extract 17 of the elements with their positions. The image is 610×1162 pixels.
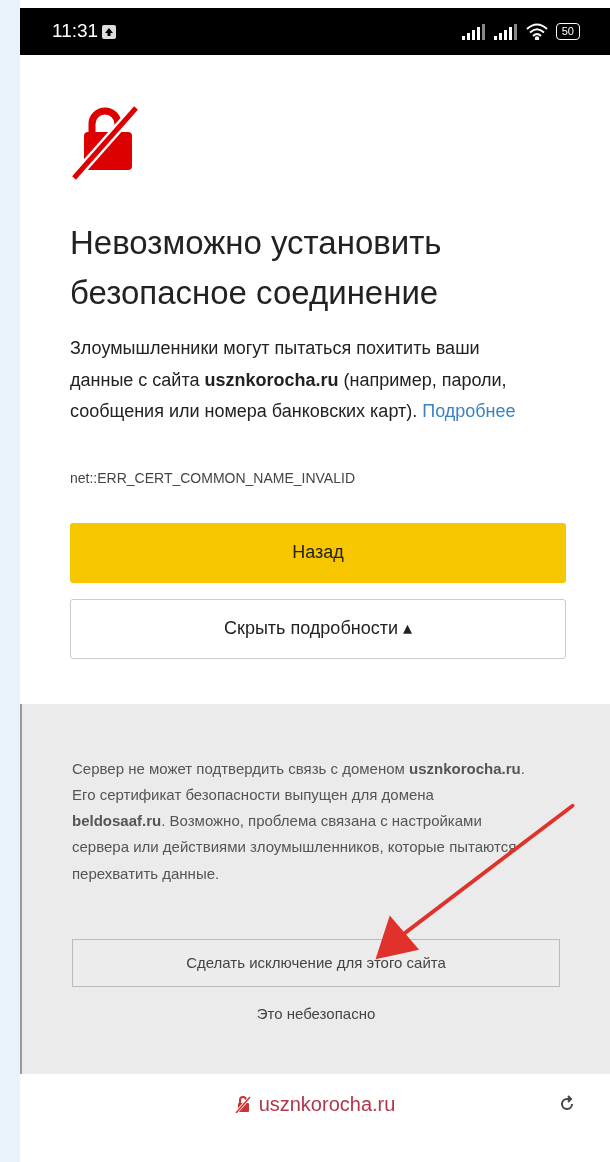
broken-lock-icon	[234, 1095, 251, 1113]
details-text: Сервер не может подтвердить связь с доменом usznkorocha.ru. Его сертификат безопасности выпущен для домена beldosaaf.ru. Возможно, проблема связана с настройками сервера или действиями злоумышленников, которые пытаются перехватить данные.	[72, 758, 526, 884]
learn-more-link[interactable]: Подробнее	[422, 401, 516, 421]
signal-icon	[493, 23, 518, 40]
description-text: Злоумышленники могут пытаться похитить ваши данные с сайта usznkorocha.ru (например, пароли, сообщения или номера банковских карт). Подробнее	[70, 337, 517, 423]
exception-button[interactable]: Сделать исключение для этого сайта	[72, 938, 560, 987]
wifi-icon	[525, 23, 548, 40]
url-text: usznkorocha.ru	[258, 1092, 396, 1117]
back-button[interactable]: Назад	[70, 522, 566, 583]
page-title: Невозможно установить безопасное соединение	[70, 223, 443, 313]
signal-icon	[461, 23, 486, 40]
details-toggle-button[interactable]: Скрыть подробности ▴	[70, 598, 566, 659]
battery-icon: 50	[555, 23, 580, 40]
notification-icon	[102, 24, 117, 39]
warning-text: Это небезопасно	[255, 1003, 377, 1024]
status-time: 11:31	[52, 19, 99, 44]
error-code: net::ERR_CERT_COMMON_NAME_INVALID	[70, 468, 356, 488]
